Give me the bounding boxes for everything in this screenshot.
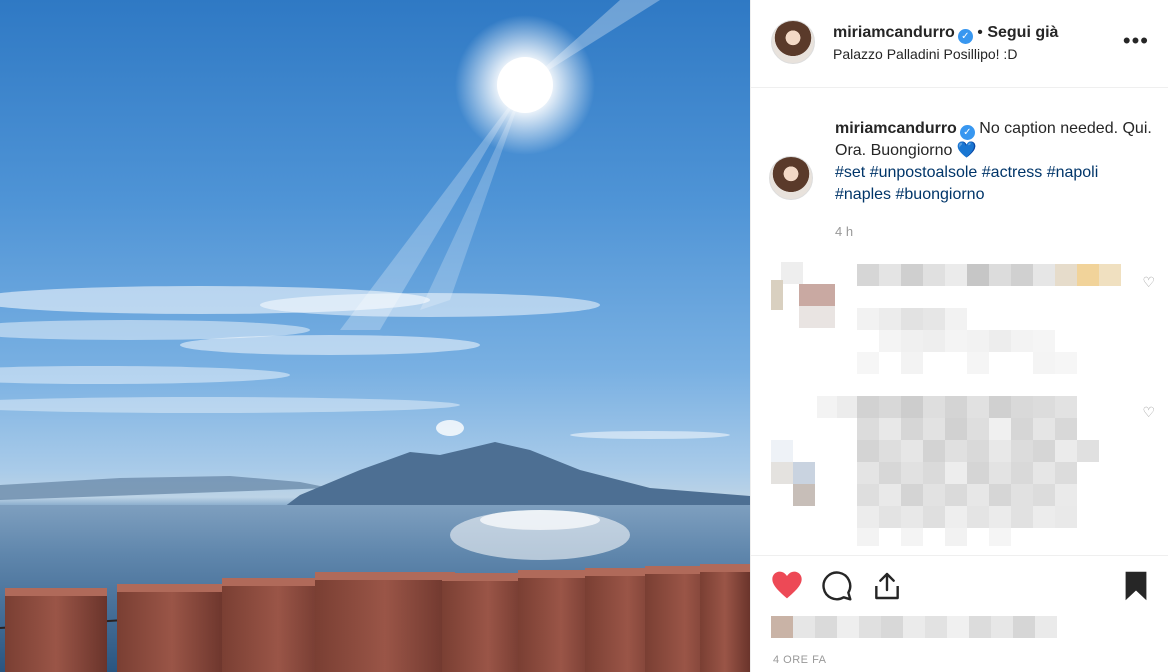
verified-badge-icon: ✓: [957, 29, 973, 44]
post-sidebar: miriamcandurro ✓ • Segui già Palazzo Pall…: [750, 0, 1168, 672]
caption-text: miriamcandurro ✓ No caption needed. Qui. …: [835, 118, 1155, 206]
verified-badge-icon: ✓: [959, 125, 975, 140]
more-options-icon[interactable]: •••: [1123, 28, 1149, 54]
blue-heart-emoji: 💙: [956, 142, 977, 159]
post-photo[interactable]: [0, 0, 750, 672]
bookmark-icon[interactable]: [1123, 570, 1149, 602]
post-header: miriamcandurro ✓ • Segui già Palazzo Pall…: [751, 0, 1168, 88]
post-age: 4 h: [835, 224, 854, 239]
separator: •: [977, 24, 983, 41]
hashtags[interactable]: #set #unpostoalsole #actress #napoli #na…: [835, 164, 1098, 203]
action-bar: 4 ORE FA: [751, 555, 1168, 672]
pixelated-comment: [771, 396, 1099, 546]
heart-outline-icon[interactable]: ♡: [1142, 404, 1155, 421]
header-line: miriamcandurro ✓ • Segui già: [833, 24, 1058, 44]
username-link[interactable]: miriamcandurro: [833, 24, 955, 41]
avatar[interactable]: [771, 20, 815, 64]
distant-hills: [0, 476, 330, 500]
pixelated-comment: [771, 262, 1121, 374]
photo-illustration: [0, 0, 750, 672]
timestamp: 4 ORE FA: [773, 654, 827, 666]
location-link[interactable]: Palazzo Palladini Posillipo! :D: [833, 46, 1017, 62]
comment-item: ♡: [751, 262, 1168, 382]
heart-outline-icon[interactable]: ♡: [1142, 274, 1155, 291]
pixelated-likes[interactable]: [771, 616, 1071, 640]
comment-item: ♡: [751, 396, 1168, 548]
avatar[interactable]: [769, 156, 813, 200]
share-icon[interactable]: [871, 570, 903, 602]
sun-core: [497, 57, 553, 113]
comment-icon[interactable]: [821, 570, 853, 602]
clouds: [0, 286, 730, 439]
following-button[interactable]: Segui già: [987, 24, 1058, 41]
vesuvius-mountain: [280, 442, 750, 510]
username-link[interactable]: miriamcandurro: [835, 120, 957, 137]
heart-icon[interactable]: [771, 570, 803, 600]
